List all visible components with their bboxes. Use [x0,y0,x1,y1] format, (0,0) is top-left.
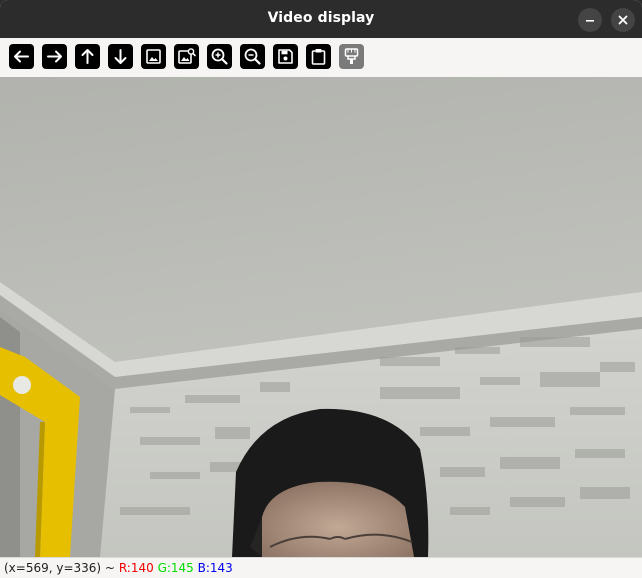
image-icon [146,49,161,64]
save-button[interactable] [273,44,298,69]
pan-right-button[interactable] [42,44,67,69]
toolbar [0,38,642,78]
minimize-icon [586,20,594,22]
zoom-in-icon [211,48,228,65]
arrow-down-icon [114,49,127,64]
clipboard-icon [311,49,326,65]
close-icon [618,15,628,25]
save-icon [278,49,293,64]
zoom-in-button[interactable] [207,44,232,69]
pan-down-button[interactable] [108,44,133,69]
arrow-up-icon [81,49,94,64]
red-value: R:140 [118,561,154,575]
paint-brush-icon [344,48,359,64]
arrow-left-icon [14,50,29,63]
video-display-window: Video display (x=569, y=336) ~ R:140 G:1… [0,0,642,578]
blue-value: B:143 [197,561,233,575]
pixel-info: (x=569, y=336) ~ R:140 G:145 B:143 [4,558,233,578]
properties-button[interactable] [339,44,364,69]
status-bar: (x=569, y=336) ~ R:140 G:145 B:143 [0,557,642,578]
video-frame[interactable] [0,77,642,557]
copy-to-clipboard-button[interactable] [306,44,331,69]
arrow-right-icon [47,50,62,63]
close-button[interactable] [611,8,635,32]
image-search-icon [178,48,196,64]
pan-up-button[interactable] [75,44,100,69]
green-value: G:145 [157,561,194,575]
webcam-image [0,77,642,557]
zoom-original-button[interactable] [141,44,166,69]
window-title: Video display [267,10,375,26]
cursor-coordinates: (x=569, y=336) ~ [4,561,115,575]
zoom-fit-button[interactable] [174,44,199,69]
pan-left-button[interactable] [9,44,34,69]
title-bar[interactable]: Video display [0,0,642,38]
zoom-out-button[interactable] [240,44,265,69]
zoom-out-icon [244,48,261,65]
minimize-button[interactable] [578,8,602,32]
